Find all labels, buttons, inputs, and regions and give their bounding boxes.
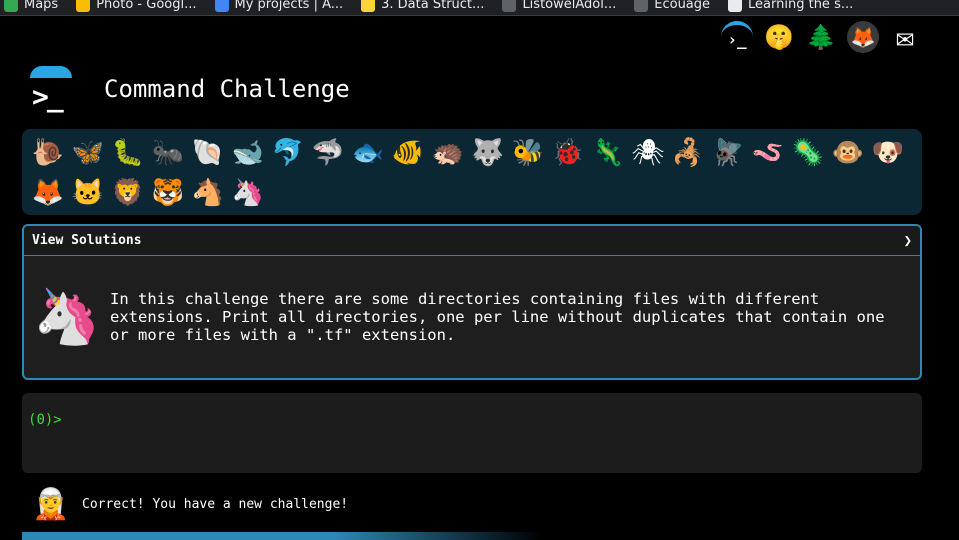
command-challenge-logo-icon[interactable]: >_ — [28, 66, 74, 113]
bee-icon[interactable]: 🐝 — [508, 133, 548, 173]
butterfly-icon[interactable]: 🦋 — [68, 133, 108, 173]
dog-icon[interactable]: 🐶 — [868, 133, 908, 173]
bookmark-label: ListowelAdol... — [522, 0, 617, 12]
challenge-body: 🦄 In this challenge there are some direc… — [24, 256, 920, 378]
bottom-progress-bar — [22, 532, 542, 540]
unicorn-icon[interactable]: 🦄 — [228, 173, 268, 213]
snail-icon[interactable]: 🐌 — [28, 133, 68, 173]
challenge-panel: View Solutions ❯ 🦄 In this challenge the… — [22, 224, 922, 380]
bookmark-favicon-icon — [728, 0, 743, 12]
bookmark-label: Photo - Googl... — [96, 0, 197, 12]
challenge-description: In this challenge there are some directo… — [110, 290, 885, 344]
view-solutions-label: View Solutions — [32, 233, 142, 248]
bookmark-favicon-icon — [76, 0, 91, 12]
ladybug-icon[interactable]: 🐞 — [548, 133, 588, 173]
prompt-close: )> — [44, 412, 62, 428]
monkey-icon[interactable]: 🐵 — [828, 133, 868, 173]
page-header: >_ Command Challenge — [28, 66, 350, 113]
tiger-icon[interactable]: 🐯 — [148, 173, 188, 213]
bookmark-favicon-icon — [502, 0, 517, 12]
bookmark-label: Maps — [24, 0, 59, 12]
unicorn-mascot-icon: 🦄 — [33, 285, 101, 348]
caterpillar-icon[interactable]: 🐛 — [108, 133, 148, 173]
terminal-input[interactable]: (0)> — [22, 393, 922, 473]
tropical-fish-icon[interactable]: 🐠 — [388, 133, 428, 173]
terminal-prompt: (0)> — [28, 412, 62, 428]
challenge-progress-animals: 🐌 🦋 🐛 🐜 🐚 🐋 🐬 🦈 🐟 🐠 🦔 🐺 🐝 🐞 🦎 🕷 🦂 🪰 🪱 🦠 🐵 🐶 🦊 🐱 🦁 🐯 🐴 🦄 — [22, 129, 922, 215]
horse-icon[interactable]: 🐴 — [188, 173, 228, 213]
bookmark-label: My projects | A... — [234, 0, 344, 12]
envelope-icon[interactable]: ✉ — [889, 20, 921, 55]
fox-icon[interactable]: 🦊 — [28, 173, 68, 213]
elf-mascot-icon: 🧝 — [32, 486, 70, 522]
shell-icon[interactable]: 🐚 — [188, 133, 228, 173]
ant-icon[interactable]: 🐜 — [148, 133, 188, 173]
cat-icon[interactable]: 🐱 — [68, 173, 108, 213]
bookmark-item[interactable]: Ecouage — [634, 0, 710, 12]
bookmark-favicon-icon — [634, 0, 649, 12]
bookmarks-bar: Maps Photo - Googl... My projects | A... 3.… — [0, 0, 959, 16]
command-challenge-logo-icon[interactable]: ›_ — [721, 21, 753, 53]
bookmark-label: Ecouage — [654, 0, 711, 12]
bookmark-label: 3. Data Struct... — [381, 0, 485, 12]
terminal-prompt-icon: >_ — [32, 80, 64, 113]
chevron-right-icon: ❯ — [903, 232, 912, 249]
bookmark-item[interactable]: ListowelAdol... — [502, 0, 616, 12]
bookmark-item[interactable]: 3. Data Struct... — [361, 0, 484, 12]
bookmark-item[interactable]: Photo - Googl... — [76, 0, 197, 12]
scorpion-icon[interactable]: 🦂 — [668, 133, 708, 173]
bookmark-item[interactable]: My projects | A... — [214, 0, 344, 12]
dolphin-icon[interactable]: 🐬 — [268, 133, 308, 173]
bookmark-item[interactable]: Learning the s... — [728, 0, 853, 12]
hedgehog-icon[interactable]: 🦔 — [428, 133, 468, 173]
status-message: 🧝 Correct! You have a new challenge! — [32, 485, 349, 523]
spider-icon[interactable]: 🕷 — [628, 133, 668, 173]
fly-icon[interactable]: 🪰 — [708, 133, 748, 173]
page-title: Command Challenge — [104, 75, 350, 103]
shushing-face-icon[interactable]: 🤫 — [763, 21, 795, 53]
worm-icon[interactable]: 🪱 — [748, 133, 788, 173]
status-text: Correct! You have a new challenge! — [82, 496, 349, 512]
prompt-exit-code: 0 — [36, 412, 45, 428]
bookmark-favicon-icon — [361, 0, 376, 12]
gitlab-icon[interactable]: 🦊 — [847, 21, 879, 53]
bookmark-favicon-icon — [214, 0, 229, 12]
whale-icon[interactable]: 🐋 — [228, 133, 268, 173]
microbe-icon[interactable]: 🦠 — [788, 133, 828, 173]
bookmark-favicon-icon — [4, 0, 18, 12]
wolf-icon[interactable]: 🐺 — [468, 133, 508, 173]
view-solutions-toggle[interactable]: View Solutions ❯ — [24, 226, 920, 256]
shark-icon[interactable]: 🦈 — [308, 133, 348, 173]
lion-icon[interactable]: 🦁 — [108, 173, 148, 213]
top-icon-bar: ›_ 🤫 🌲 🦊 ✉ — [721, 20, 921, 55]
bookmark-item[interactable]: Maps — [4, 0, 58, 12]
bookmark-label: Learning the s... — [748, 0, 854, 12]
umbrella-shape — [30, 66, 72, 78]
evergreen-tree-icon[interactable]: 🌲 — [805, 21, 837, 53]
fish-icon[interactable]: 🐟 — [348, 133, 388, 173]
lizard-icon[interactable]: 🦎 — [588, 133, 628, 173]
